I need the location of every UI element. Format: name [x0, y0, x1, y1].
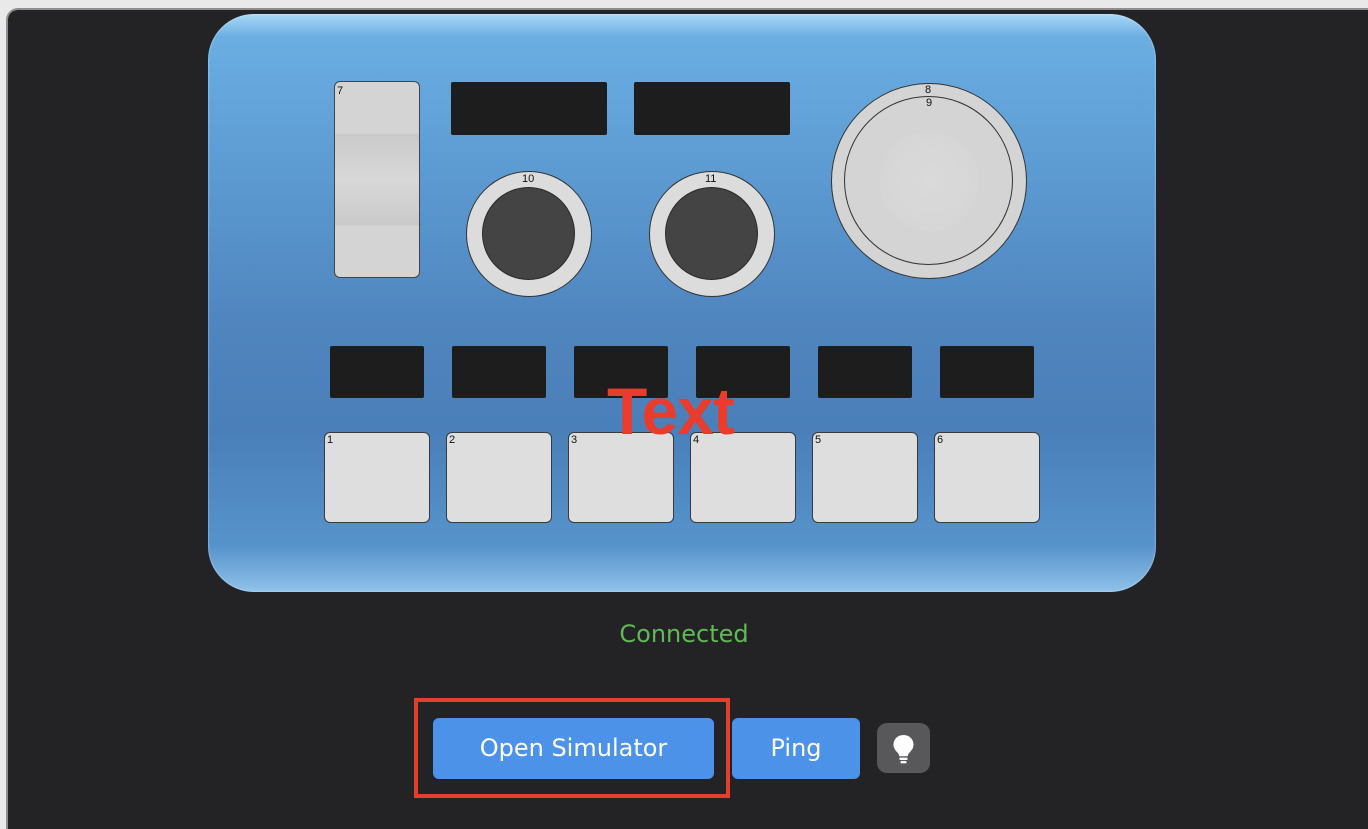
pad-number: 4	[693, 434, 700, 446]
connection-status: Connected	[619, 620, 749, 648]
pad-display-6	[940, 346, 1034, 398]
pad-button-6[interactable]: 6	[934, 432, 1040, 523]
pad-number: 2	[449, 434, 456, 446]
lightbulb-icon	[893, 735, 914, 764]
pad-number: 3	[571, 434, 578, 446]
pad-button-5[interactable]: 5	[812, 432, 918, 523]
pad-display-2	[452, 346, 546, 398]
pad-button-1[interactable]: 1	[324, 432, 430, 523]
ping-button[interactable]: Ping	[732, 718, 860, 779]
pad-number: 5	[815, 434, 822, 446]
jog-inner-number: 9	[926, 97, 933, 109]
lightbulb-button[interactable]	[877, 723, 930, 773]
window-frame: 7 10 11 8 9 1 2 3 4 5 6 Text Connected O…	[0, 0, 1368, 829]
fader-number: 7	[337, 85, 344, 97]
pad-display-1	[330, 346, 424, 398]
jog-outer-number: 8	[925, 84, 932, 96]
knob-control-10[interactable]: 10	[466, 171, 592, 297]
jog-wheel-ring: 9	[844, 96, 1013, 265]
display-top-left	[451, 82, 607, 135]
jog-wheel-center	[880, 132, 979, 231]
knob-number: 11	[705, 173, 717, 185]
pad-display-5	[818, 346, 912, 398]
fader-control[interactable]: 7	[334, 81, 420, 278]
pad-display-4	[696, 346, 790, 398]
knob-number: 10	[522, 173, 535, 185]
pad-button-2[interactable]: 2	[446, 432, 552, 523]
open-simulator-button[interactable]: Open Simulator	[433, 718, 714, 779]
display-top-right	[634, 82, 790, 135]
knob-control-11[interactable]: 11	[649, 171, 775, 297]
pad-number: 6	[937, 434, 944, 446]
pad-button-3[interactable]: 3	[568, 432, 674, 523]
pad-button-4[interactable]: 4	[690, 432, 796, 523]
jog-wheel[interactable]: 8 9	[831, 83, 1027, 279]
knob-cap	[665, 187, 758, 280]
pad-display-3	[574, 346, 668, 398]
knob-cap	[482, 187, 575, 280]
pad-number: 1	[327, 434, 334, 446]
